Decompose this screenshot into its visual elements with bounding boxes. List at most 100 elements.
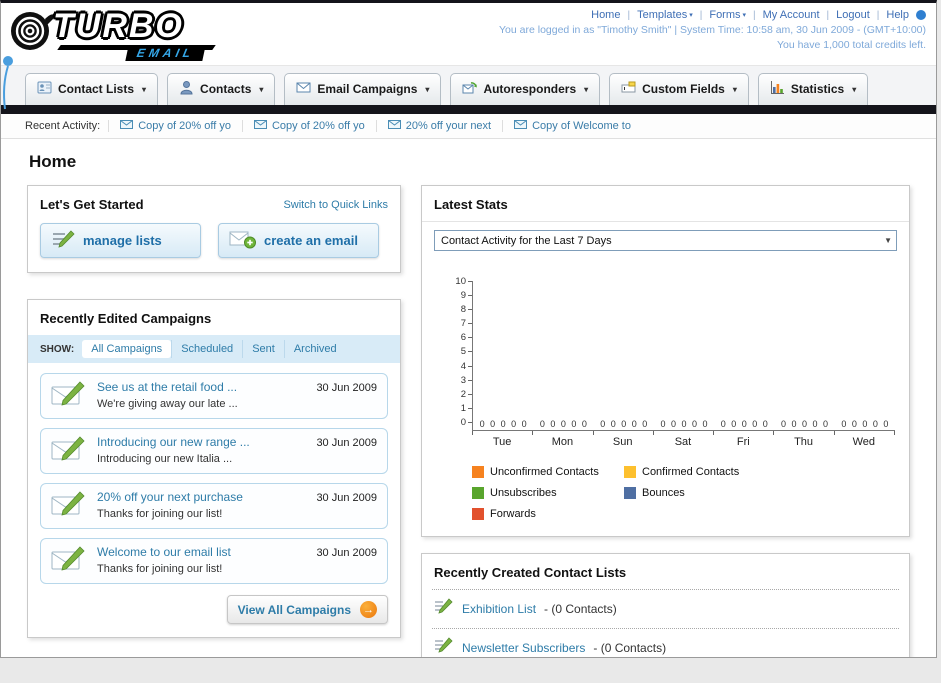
contact-list-link[interactable]: Exhibition List (462, 602, 536, 616)
y-axis-tick: 0 (461, 418, 472, 428)
y-axis-tick: 8 (461, 305, 472, 315)
stats-period-dropdown[interactable]: Contact Activity for the Last 7 Days ▼ (434, 230, 897, 251)
legend-item: Forwards (472, 508, 624, 520)
dropdown-arrow-icon: ▼ (884, 236, 892, 245)
envelope-pencil-icon (51, 435, 87, 467)
tab-contacts[interactable]: Contacts ▾ (167, 73, 276, 105)
nav-forms-label: Forms (709, 9, 741, 21)
logo-subtitle: EMAIL (125, 45, 207, 61)
create-email-button[interactable]: create an email (218, 223, 379, 258)
tab-statistics[interactable]: Statistics ▾ (757, 73, 869, 105)
campaign-title-link[interactable]: Introducing our new range ... (97, 435, 306, 449)
chart-value-labels: 0 0 0 0 0 (660, 419, 708, 429)
legend-swatch (472, 487, 484, 499)
contact-list-link[interactable]: Newsletter Subscribers (462, 641, 585, 655)
recent-activity-item[interactable]: 20% off your next (375, 120, 502, 132)
y-axis-tick: 3 (461, 375, 472, 385)
recent-campaigns-title: Recently Edited Campaigns (40, 311, 212, 326)
nav-my-account-link[interactable]: My Account (763, 9, 820, 21)
chart-value-labels: 0 0 0 0 0 (720, 419, 768, 429)
recent-activity-text: Copy of Welcome to (532, 120, 631, 132)
logo-antenna-decoration (1, 51, 17, 118)
nav-forms-link[interactable]: Forms ▾ (709, 9, 746, 21)
tab-autoresponders-label: Autoresponders (483, 82, 577, 96)
chart-value-labels: 0 0 0 0 0 (600, 419, 648, 429)
tab-contacts-label: Contacts (200, 82, 252, 96)
legend-item: Confirmed Contacts (624, 466, 776, 478)
show-label: SHOW: (40, 343, 75, 355)
recent-activity-item[interactable]: Copy of Welcome to (502, 120, 642, 132)
recent-activity-item[interactable]: Copy of 20% off yo (108, 120, 242, 132)
legend-swatch (472, 508, 484, 520)
filter-sent[interactable]: Sent (242, 340, 284, 358)
help-dot-icon[interactable] (916, 10, 926, 20)
campaign-title-link[interactable]: 20% off your next purchase (97, 490, 306, 504)
campaign-subtitle: Thanks for joining our list! (97, 508, 223, 520)
bar-chart-icon (770, 80, 785, 98)
campaign-title-link[interactable]: Welcome to our email list (97, 545, 306, 559)
nav-logout-link[interactable]: Logout (836, 9, 870, 21)
chevron-down-icon: ▾ (732, 84, 737, 94)
app-logo[interactable]: TURBO EMAIL (9, 5, 249, 61)
latest-stats-panel: Latest Stats Contact Activity for the La… (421, 185, 910, 537)
custom-fields-icon (621, 80, 636, 98)
campaign-item[interactable]: See us at the retail food ... We're givi… (40, 373, 388, 419)
legend-swatch (472, 466, 484, 478)
contact-list-item[interactable]: Newsletter Subscribers - (0 Contacts) (432, 629, 899, 657)
tab-autoresponders[interactable]: Autoresponders ▾ (450, 73, 601, 105)
chevron-down-icon: ▾ (852, 84, 857, 94)
tab-email-campaigns[interactable]: Email Campaigns ▾ (284, 73, 442, 105)
manage-lists-button[interactable]: manage lists (40, 223, 201, 258)
campaign-subtitle: Thanks for joining our list! (97, 563, 223, 575)
view-all-campaigns-label: View All Campaigns (237, 602, 351, 617)
legend-swatch (624, 466, 636, 478)
campaign-item[interactable]: 20% off your next purchase Thanks for jo… (40, 483, 388, 529)
nav-help-link[interactable]: Help (886, 9, 909, 21)
nav-templates-link[interactable]: Templates ▾ (637, 9, 693, 21)
campaign-title-link[interactable]: See us at the retail food ... (97, 380, 306, 394)
filter-scheduled[interactable]: Scheduled (171, 340, 242, 358)
contact-lists-icon (37, 80, 52, 98)
autoresponder-icon (462, 80, 478, 98)
get-started-panel: Let's Get Started Switch to Quick Links … (27, 185, 401, 273)
legend-label: Confirmed Contacts (642, 466, 740, 478)
credits-info: You have 1,000 total credits left. (776, 39, 926, 51)
tab-custom-fields[interactable]: Custom Fields ▾ (609, 73, 749, 105)
legend-label: Unconfirmed Contacts (490, 466, 599, 478)
tab-contact-lists[interactable]: Contact Lists ▾ (25, 73, 159, 105)
recent-activity-text: Copy of 20% off yo (138, 120, 231, 132)
legend-label: Bounces (642, 487, 685, 499)
contacts-icon (179, 80, 194, 98)
recent-activity-text: 20% off your next (405, 120, 492, 132)
nav-home-link[interactable]: Home (591, 9, 620, 21)
chart-legend: Unconfirmed Contacts Confirmed Contacts Un… (472, 466, 895, 520)
envelope-icon (387, 120, 401, 132)
envelope-pencil-icon (51, 380, 87, 412)
left-column: Let's Get Started Switch to Quick Links … (27, 185, 401, 638)
contact-list-count: - (0 Contacts) (593, 641, 667, 655)
contact-list-item[interactable]: Exhibition List - (0 Contacts) (432, 590, 899, 629)
chart-y-axis: 10 9 8 7 6 5 4 3 2 1 0 (452, 277, 472, 427)
y-axis-tick: 5 (461, 347, 472, 357)
view-all-campaigns-button[interactable]: View All Campaigns → (226, 595, 388, 624)
chevron-down-icon: ▾ (142, 84, 147, 94)
logo-title: TURBO (53, 7, 184, 45)
filter-archived[interactable]: Archived (283, 340, 346, 358)
campaign-item[interactable]: Introducing our new range ... Introducin… (40, 428, 388, 474)
campaign-date: 30 Jun 2009 (316, 547, 377, 559)
filter-all-campaigns[interactable]: All Campaigns (82, 340, 172, 358)
switch-quick-links-link[interactable]: Switch to Quick Links (283, 199, 388, 211)
campaign-item[interactable]: Welcome to our email list Thanks for joi… (40, 538, 388, 584)
envelope-pencil-icon (51, 490, 87, 522)
nav-separator: | (826, 9, 830, 21)
campaign-list: See us at the retail food ... We're givi… (28, 373, 400, 584)
envelope-icon (253, 120, 267, 132)
envelope-icon (120, 120, 134, 132)
legend-item: Unconfirmed Contacts (472, 466, 624, 478)
pencil-icon (434, 598, 454, 620)
top-nav: Home | Templates ▾ | Forms ▾ | My Account … (499, 9, 926, 21)
arrow-right-icon: → (360, 601, 377, 618)
chevron-down-icon: ▾ (584, 84, 589, 94)
tab-statistics-label: Statistics (790, 82, 845, 96)
recent-activity-item[interactable]: Copy of 20% off yo (241, 120, 376, 132)
